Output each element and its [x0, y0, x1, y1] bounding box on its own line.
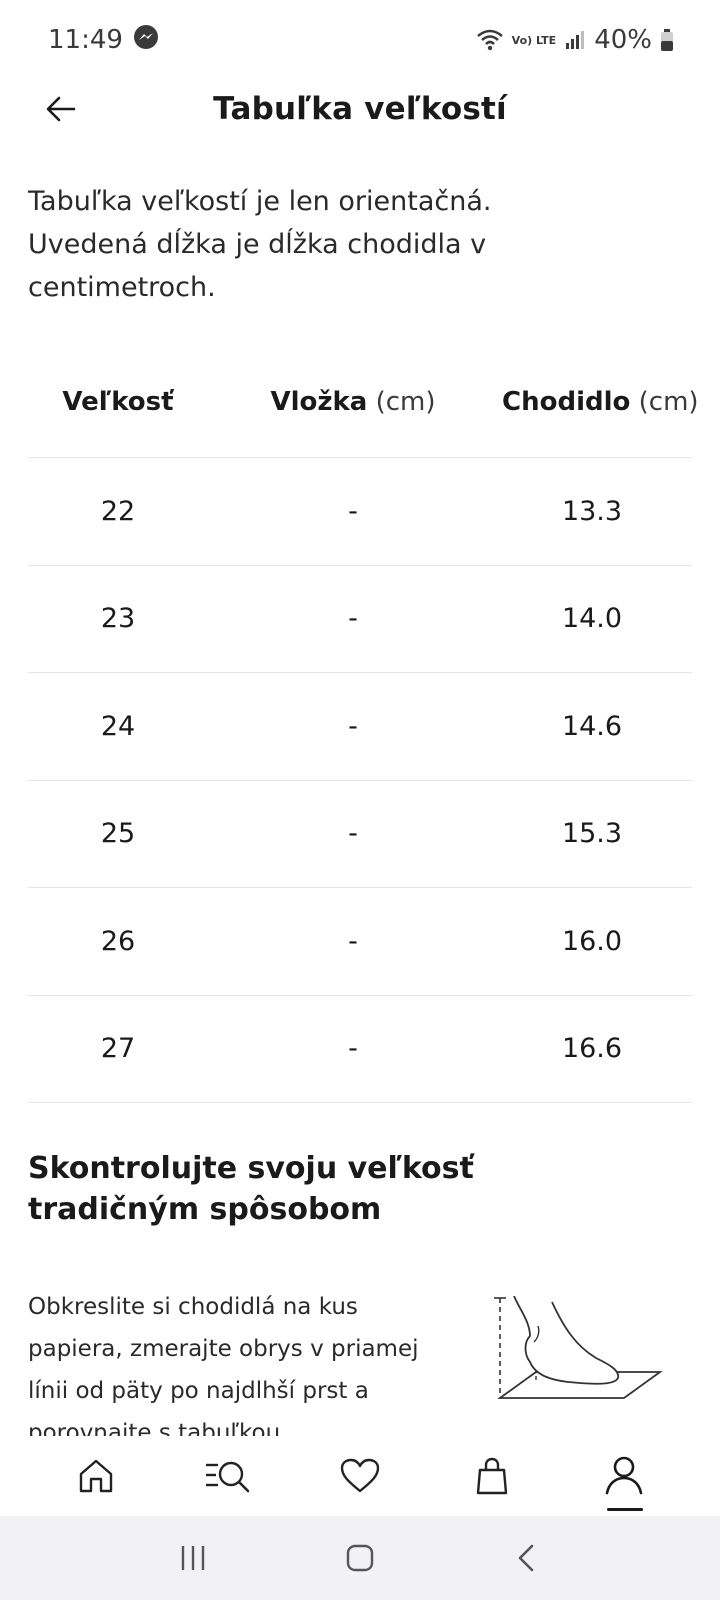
cell-size: 22: [100, 495, 136, 527]
nav-account[interactable]: [589, 1441, 659, 1511]
cell-foot: 14.0: [561, 603, 623, 635]
column-label: Veľkosť: [62, 386, 174, 417]
heart-icon: [340, 1458, 380, 1493]
table-header: Veľkosť Vložka (cm) Chodidlo (cm): [28, 346, 699, 458]
arrow-left-icon: [46, 96, 76, 122]
column-unit: (cm): [367, 386, 436, 417]
intro-text: Tabuľka veľkostí je len orientačná. Uved…: [28, 186, 492, 303]
cell-size: 27: [100, 1033, 136, 1065]
cell-insole: -: [348, 710, 358, 742]
cell-insole: -: [348, 925, 358, 957]
nav-bag[interactable]: [457, 1441, 527, 1511]
status-time: 11:49: [48, 25, 123, 55]
messenger-icon: [133, 24, 159, 57]
table-row: 22 - 13.3: [28, 458, 692, 566]
home-button-icon: [346, 1544, 374, 1572]
cell-foot: 13.3: [561, 495, 623, 527]
recent-apps-button[interactable]: [163, 1528, 223, 1588]
section-title: Skontrolujte svoju veľkosť tradičným spô…: [28, 1151, 474, 1227]
table-row: 27 - 16.6: [28, 996, 692, 1103]
nav-wishlist[interactable]: [325, 1441, 395, 1511]
cell-foot: 16.6: [561, 1033, 623, 1065]
column-unit: (cm): [630, 386, 699, 417]
home-system-button[interactable]: [330, 1528, 390, 1588]
battery-percent: 40%: [594, 25, 652, 55]
signal-icon: [564, 29, 586, 51]
cell-insole: -: [348, 818, 358, 850]
size-table: Veľkosť Vložka (cm) Chodidlo (cm) 22 - 1…: [28, 346, 699, 1103]
foot-measure-illustration: [490, 1295, 668, 1428]
shopping-bag-icon: [476, 1457, 508, 1495]
status-left: 11:49: [48, 24, 159, 57]
status-right: Vo) LTE 40%: [476, 25, 674, 55]
table-row: 24 - 14.6: [28, 673, 692, 781]
cell-size: 26: [100, 925, 136, 957]
home-icon: [79, 1459, 113, 1493]
page-title: Tabuľka veľkostí: [213, 91, 507, 127]
section-text: Obkreslite si chodidlá na kus papiera, z…: [28, 1294, 419, 1436]
volte-label: Vo) LTE: [511, 33, 557, 47]
column-header-size: Veľkosť: [28, 387, 208, 417]
table-row: 26 - 16.0: [28, 888, 692, 996]
table-row: 25 - 15.3: [28, 781, 692, 888]
column-header-foot: Chodidlo (cm): [502, 386, 699, 417]
column-label: Vložka: [270, 386, 368, 417]
wifi-icon: [476, 28, 504, 52]
nav-search[interactable]: [193, 1441, 263, 1511]
cell-foot: 16.0: [561, 925, 623, 957]
back-button-icon: [518, 1544, 533, 1572]
table-row: 23 - 14.0: [28, 566, 692, 673]
battery-icon: [660, 28, 674, 52]
user-icon: [605, 1456, 643, 1495]
nav-home[interactable]: [61, 1441, 131, 1511]
cell-insole: -: [348, 603, 358, 635]
cell-size: 23: [100, 603, 136, 635]
cell-foot: 14.6: [561, 710, 623, 742]
back-button[interactable]: [36, 84, 86, 134]
system-nav: [0, 1516, 720, 1600]
cell-foot: 15.3: [561, 818, 623, 850]
back-system-button[interactable]: [497, 1528, 557, 1588]
header: Tabuľka veľkostí: [0, 74, 720, 144]
cell-size: 24: [100, 710, 136, 742]
column-header-insole: Vložka (cm): [208, 387, 498, 417]
status-bar: 11:49 Vo) LTE 40%: [0, 0, 720, 80]
screen: 11:49 Vo) LTE 40% Tabuľka veľkostí Tabuľ…: [0, 0, 720, 1600]
cell-insole: -: [348, 495, 358, 527]
cell-size: 25: [100, 818, 136, 850]
search-menu-icon: [206, 1461, 250, 1493]
column-label: Chodidlo: [502, 386, 631, 417]
bottom-nav: [0, 1436, 720, 1516]
cell-insole: -: [348, 1033, 358, 1065]
recent-apps-icon: [182, 1546, 205, 1570]
